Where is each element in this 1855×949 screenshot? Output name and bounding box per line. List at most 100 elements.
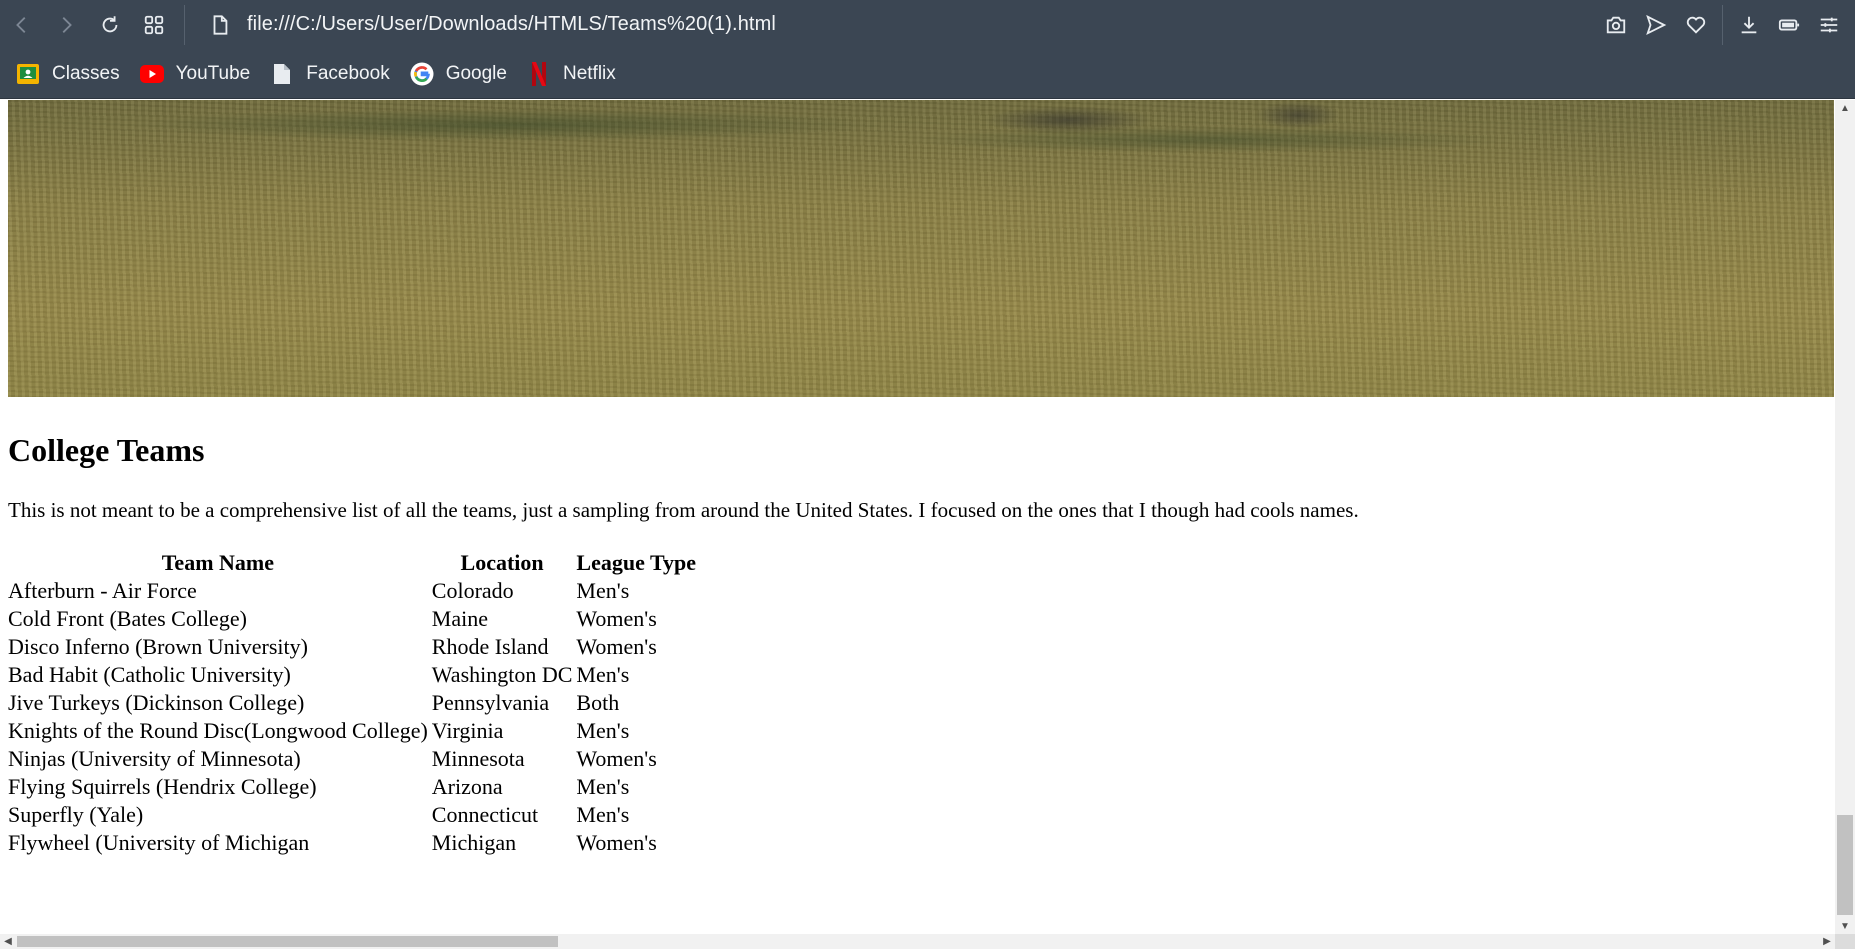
location-cell: Arizona <box>431 774 503 799</box>
league-type-cell: Men's <box>576 774 630 799</box>
team-name-cell: Jive Turkeys (Dickinson College) <box>8 690 305 715</box>
table-row: Cold Front (Bates College) Maine Women's <box>8 606 696 631</box>
downloads-button[interactable] <box>1729 0 1769 49</box>
page-viewport: ultimate-frisbee-grass-field-photo Colle… <box>0 100 1835 934</box>
scroll-right-arrow-icon[interactable]: ▶ <box>1819 934 1835 949</box>
forward-button[interactable] <box>44 0 88 49</box>
team-name-cell: Afterburn - Air Force <box>8 578 197 603</box>
bookmark-heart-button[interactable] <box>1676 0 1716 49</box>
location-cell: Pennsylvania <box>431 690 550 715</box>
scroll-up-arrow-icon[interactable]: ▲ <box>1835 100 1855 116</box>
document-icon <box>270 62 294 86</box>
table-row: Ninjas (University of Minnesota) Minneso… <box>8 746 696 771</box>
settings-sliders-icon <box>1820 17 1838 32</box>
back-arrow-icon <box>16 16 26 33</box>
document-icon <box>213 14 228 35</box>
speed-dial-button[interactable] <box>132 0 176 49</box>
league-type-cell: Men's <box>576 662 630 687</box>
location-cell: Minnesota <box>431 746 525 771</box>
intro-paragraph: This is not meant to be a comprehensive … <box>8 498 1359 522</box>
column-header-league-type: League Type <box>576 550 697 575</box>
scrollbar-corner <box>1835 934 1855 949</box>
vertical-scroll-thumb[interactable] <box>1837 815 1853 915</box>
page-content: College Teams This is not meant to be a … <box>8 430 1828 858</box>
league-type-cell: Men's <box>576 718 630 743</box>
column-header-team-name: Team Name <box>161 550 275 575</box>
team-name-cell: Bad Habit (Catholic University) <box>8 662 291 687</box>
forward-arrow-icon <box>62 16 72 33</box>
heart-icon <box>1686 16 1706 34</box>
send-icon <box>1646 14 1667 35</box>
address-bar[interactable]: file:///C:/Users/User/Downloads/HTMLS/Te… <box>197 0 1596 49</box>
bookmark-label: Google <box>445 62 507 84</box>
teams-table: Team Name Location League Type Afterburn… <box>4 547 700 858</box>
column-header-location: Location <box>460 550 544 575</box>
battery-icon <box>1778 19 1800 30</box>
google-icon <box>410 62 434 86</box>
bookmark-classes[interactable]: Classes <box>16 62 120 86</box>
back-button[interactable] <box>0 0 44 49</box>
table-row: Jive Turkeys (Dickinson College) Pennsyl… <box>8 690 696 715</box>
scroll-left-arrow-icon[interactable]: ◀ <box>0 934 16 949</box>
bookmark-label: Facebook <box>306 62 390 84</box>
horizontal-scroll-thumb[interactable] <box>17 936 558 947</box>
bookmark-label: Classes <box>52 62 120 84</box>
youtube-icon <box>139 62 164 86</box>
bookmarks-bar: Classes YouTube Facebook Google Netflix <box>0 49 1855 99</box>
toolbar-divider <box>184 4 185 45</box>
browser-toolbar: file:///C:/Users/User/Downloads/HTMLS/Te… <box>0 0 1855 49</box>
bookmark-youtube[interactable]: YouTube <box>139 62 251 86</box>
vertical-scrollbar[interactable]: ▲ ▼ <box>1835 100 1855 934</box>
send-button[interactable] <box>1636 0 1676 49</box>
table-row: Knights of the Round Disc(Longwood Colle… <box>8 718 696 743</box>
league-type-cell: Men's <box>576 802 630 827</box>
team-name-cell: Knights of the Round Disc(Longwood Colle… <box>8 718 428 743</box>
table-header-row: Team Name Location League Type <box>8 550 696 575</box>
netflix-icon <box>527 61 551 86</box>
league-type-cell: Women's <box>576 746 657 771</box>
table-row: Afterburn - Air Force Colorado Men's <box>8 578 696 603</box>
team-name-cell: Flying Squirrels (Hendrix College) <box>8 774 317 799</box>
league-type-cell: Men's <box>576 578 630 603</box>
battery-button[interactable] <box>1769 0 1809 49</box>
toolbar-actions <box>1596 0 1855 49</box>
team-name-cell: Disco Inferno (Brown University) <box>8 634 308 659</box>
league-type-cell: Women's <box>576 830 657 855</box>
reload-icon <box>102 15 118 32</box>
league-type-cell: Women's <box>576 634 657 659</box>
team-name-cell: Superfly (Yale) <box>8 802 144 827</box>
hero-image: ultimate-frisbee-grass-field-photo <box>8 100 1834 397</box>
download-icon <box>1741 16 1757 33</box>
table-row: Superfly (Yale) Connecticut Men's <box>8 802 696 827</box>
location-cell: Rhode Island <box>431 634 549 659</box>
location-cell: Colorado <box>431 578 514 603</box>
team-name-cell: Flywheel (University of Michigan <box>8 830 310 855</box>
table-row: Flying Squirrels (Hendrix College) Arizo… <box>8 774 696 799</box>
reload-button[interactable] <box>88 0 132 49</box>
bookmark-label: YouTube <box>175 62 251 84</box>
team-name-cell: Cold Front (Bates College) <box>8 606 247 631</box>
table-row: Bad Habit (Catholic University) Washingt… <box>8 662 696 687</box>
location-cell: Virginia <box>431 718 504 743</box>
horizontal-scrollbar[interactable]: ◀ ▶ <box>0 934 1835 949</box>
snapshot-button[interactable] <box>1596 0 1636 49</box>
league-type-cell: Both <box>576 690 620 715</box>
bookmark-label: Netflix <box>562 62 616 84</box>
bookmark-google[interactable]: Google <box>410 62 507 86</box>
location-cell: Maine <box>431 606 488 631</box>
location-cell: Michigan <box>431 830 517 855</box>
location-cell: Connecticut <box>431 802 539 827</box>
grid-icon <box>144 15 164 34</box>
team-name-cell: Ninjas (University of Minnesota) <box>8 746 301 771</box>
camera-icon <box>1606 16 1626 33</box>
league-type-cell: Women's <box>576 606 657 631</box>
easy-setup-button[interactable] <box>1809 0 1849 49</box>
bookmark-netflix[interactable]: Netflix <box>527 61 616 86</box>
bookmark-facebook[interactable]: Facebook <box>270 62 390 86</box>
scroll-down-arrow-icon[interactable]: ▼ <box>1835 918 1855 934</box>
address-url[interactable]: file:///C:/Users/User/Downloads/HTMLS/Te… <box>247 13 776 36</box>
table-row: Disco Inferno (Brown University) Rhode I… <box>8 634 696 659</box>
google-classroom-icon <box>16 62 40 86</box>
table-row: Flywheel (University of Michigan Michiga… <box>8 830 696 855</box>
location-cell: Washington DC <box>431 662 573 687</box>
